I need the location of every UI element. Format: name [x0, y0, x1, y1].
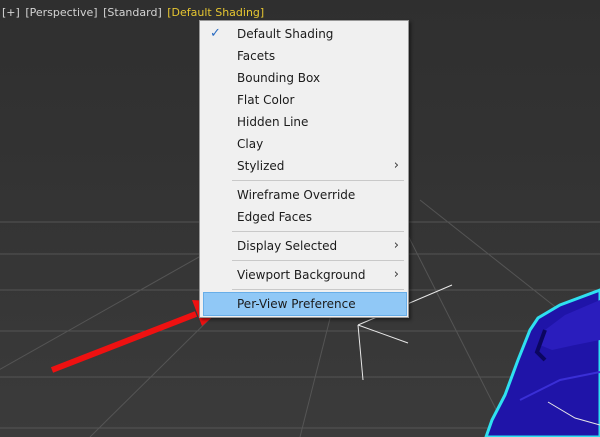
- menu-item-label: Per-View Preference: [237, 297, 356, 311]
- menu-item-label: Viewport Background: [237, 268, 366, 282]
- menu-item-label: Wireframe Override: [237, 188, 356, 202]
- menu-item-label: Edged Faces: [237, 210, 313, 224]
- menu-item-flat-color[interactable]: Flat Color: [204, 89, 406, 111]
- chevron-right-icon: ›: [393, 238, 399, 253]
- menu-separator: [232, 231, 404, 232]
- menu-item-label: Display Selected: [237, 239, 338, 253]
- menu-item-viewport-background[interactable]: Viewport Background ›: [204, 264, 406, 286]
- menu-item-label: Default Shading: [237, 27, 334, 41]
- menu-item-label: Bounding Box: [237, 71, 321, 85]
- viewport-view-label[interactable]: [Perspective]: [25, 6, 97, 19]
- selected-3d-object[interactable]: [484, 288, 600, 437]
- menu-item-display-selected[interactable]: Display Selected ›: [204, 235, 406, 257]
- menu-item-default-shading[interactable]: ✓ Default Shading: [204, 23, 406, 45]
- menu-item-label: Hidden Line: [237, 115, 309, 129]
- viewport-plus-menu[interactable]: [+]: [2, 6, 20, 19]
- menu-separator: [232, 289, 404, 290]
- menu-item-facets[interactable]: Facets: [204, 45, 406, 67]
- menu-separator: [232, 260, 404, 261]
- menu-item-clay[interactable]: Clay: [204, 133, 406, 155]
- menu-item-hidden-line[interactable]: Hidden Line: [204, 111, 406, 133]
- menu-item-per-view-preference[interactable]: Per-View Preference: [203, 292, 407, 316]
- menu-item-label: Clay: [237, 137, 264, 151]
- menu-item-label: Facets: [237, 49, 276, 63]
- menu-item-label: Flat Color: [237, 93, 295, 107]
- viewport-labels: [+] [Perspective] [Standard] [Default Sh…: [2, 6, 266, 20]
- checkmark-icon: ✓: [210, 26, 221, 41]
- menu-separator: [232, 180, 404, 181]
- chevron-right-icon: ›: [393, 267, 399, 282]
- menu-item-bounding-box[interactable]: Bounding Box: [204, 67, 406, 89]
- viewport-shading-label[interactable]: [Default Shading]: [167, 6, 264, 19]
- menu-item-edged-faces[interactable]: Edged Faces: [204, 206, 406, 228]
- chevron-right-icon: ›: [393, 158, 399, 173]
- viewport-style-label[interactable]: [Standard]: [103, 6, 162, 19]
- menu-item-stylized[interactable]: Stylized ›: [204, 155, 406, 177]
- shading-context-menu: ✓ Default Shading Facets Bounding Box Fl…: [199, 20, 409, 318]
- menu-item-wireframe-override[interactable]: Wireframe Override: [204, 184, 406, 206]
- menu-item-label: Stylized: [237, 159, 285, 173]
